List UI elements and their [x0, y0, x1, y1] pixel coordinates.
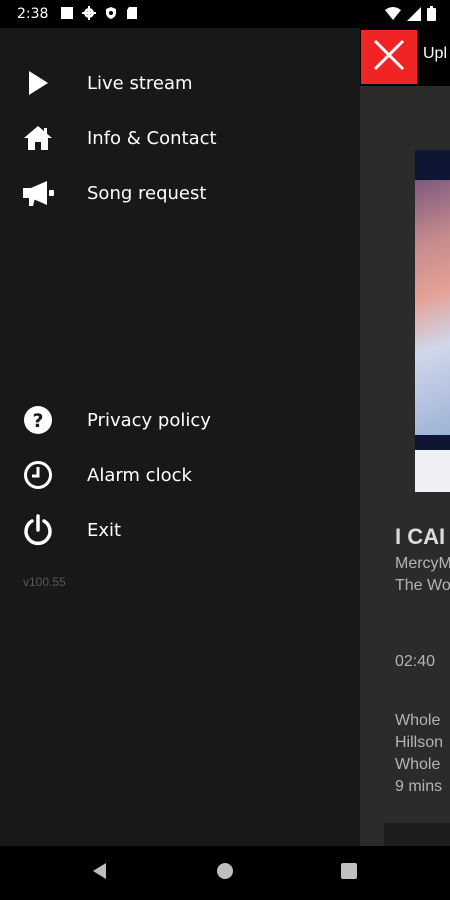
song-album: The Wo [395, 577, 450, 594]
menu-item-label: Alarm clock [87, 464, 192, 486]
square-icon [60, 6, 74, 25]
clock-icon [20, 457, 56, 493]
menu-item-label: Song request [87, 182, 207, 204]
home-circle-icon [215, 861, 235, 886]
home-icon [20, 120, 56, 156]
menu-item-label: Exit [87, 519, 122, 541]
list-item: Whole [395, 712, 441, 729]
recents-button[interactable] [337, 861, 361, 885]
list-item: Hillson [395, 734, 444, 751]
up-next-list: Whole Hillson Whole 9 mins [395, 710, 443, 798]
menu-item-exit[interactable]: Exit [0, 504, 360, 556]
song-artist: MercyM [395, 555, 450, 572]
menu-item-label: Info & Contact [87, 127, 217, 149]
sd-card-icon [126, 6, 138, 25]
menu-item-privacy-policy[interactable]: ? Privacy policy [0, 394, 360, 446]
song-time: 02:40 [395, 653, 436, 670]
recents-square-icon [339, 861, 359, 886]
back-triangle-icon [90, 861, 110, 886]
play-icon [20, 65, 56, 101]
background-app: Upl I CAI MercyM The Wo 02:40 Whole Hill… [360, 28, 450, 846]
menu-item-label: Live stream [87, 72, 193, 94]
power-icon [20, 512, 56, 548]
navigation-drawer: Live stream Info & Contact Song request … [0, 28, 360, 846]
menu-item-song-request[interactable]: Song request [0, 167, 360, 219]
song-title: I CAI [395, 524, 446, 549]
list-item: Whole [395, 756, 441, 773]
menu-item-live-stream[interactable]: Live stream [0, 57, 360, 109]
menu-item-alarm-clock[interactable]: Alarm clock [0, 449, 360, 501]
toolbar-title: Upl [423, 45, 448, 62]
system-navigation-bar [0, 846, 450, 900]
home-button[interactable] [213, 861, 237, 885]
close-button[interactable] [361, 30, 417, 84]
signal-icon [407, 6, 421, 26]
help-circle-icon: ? [20, 402, 56, 438]
menu-item-info-contact[interactable]: Info & Contact [0, 112, 360, 164]
shield-icon [104, 6, 118, 25]
list-item: 9 mins [395, 778, 443, 795]
app-version: v100.55 [23, 575, 66, 589]
gear-icon [82, 6, 96, 25]
album-art [415, 150, 450, 492]
back-button[interactable] [88, 861, 112, 885]
battery-icon [427, 6, 436, 26]
status-time: 2:38 [17, 6, 49, 22]
app-toolbar: Upl [360, 28, 450, 86]
svg-text:?: ? [32, 410, 43, 432]
megaphone-icon [20, 175, 56, 211]
close-icon [371, 37, 407, 78]
status-bar: 2:38 [0, 0, 450, 28]
wifi-icon [385, 6, 401, 26]
menu-item-label: Privacy policy [87, 409, 211, 431]
bottom-card [384, 823, 450, 846]
